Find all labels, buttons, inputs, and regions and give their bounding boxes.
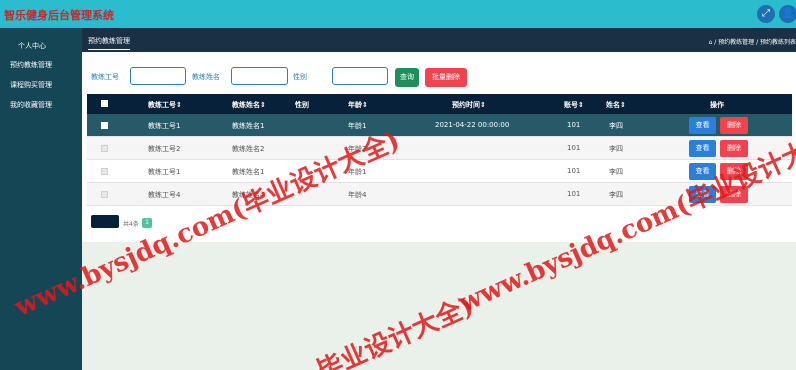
cell-name: 李四 (609, 191, 623, 199)
sidebar-item-coach-booking[interactable]: 预约教练管理 (0, 60, 82, 70)
cell-age: 年龄1 (348, 168, 367, 176)
header-gender: 性别 (295, 101, 309, 109)
cell-coach-id: 教练工号4 (148, 191, 181, 199)
cell-account: 101 (567, 190, 581, 198)
breadcrumb-bar: 预约教练管理 ⌂ / 预约教练管理 / 预约教练列表 (82, 28, 796, 52)
table-row[interactable]: 教练工号1 教练姓名1 年龄1 2021-04-22 00:00:00 101 … (87, 114, 792, 137)
cell-name: 李四 (609, 168, 623, 176)
header-booking-time[interactable]: 预约时间⇕ (452, 100, 486, 110)
cell-coach-name: 教练姓名2 (232, 145, 265, 153)
home-icon[interactable]: ⌂ (709, 39, 713, 46)
header-name[interactable]: 姓名⇕ (606, 100, 626, 110)
pagination-total: 共4条 (123, 221, 139, 228)
header-age[interactable]: 年龄⇕ (348, 100, 368, 110)
header-actions: 操作 (710, 101, 724, 109)
coach-name-input[interactable] (231, 67, 288, 85)
row-checkbox[interactable] (101, 191, 108, 198)
cell-coach-id: 教练工号1 (148, 168, 181, 176)
select-all-checkbox[interactable] (101, 100, 108, 107)
cell-age: 年龄1 (348, 122, 367, 130)
cell-account: 101 (567, 121, 581, 129)
cell-coach-name: 教练姓名4 (232, 191, 265, 199)
cell-age: 年龄2 (348, 145, 367, 153)
coach-name-label: 教练姓名 (192, 73, 220, 81)
sidebar-item-favorites[interactable]: 我的收藏管理 (0, 100, 82, 110)
batch-delete-button[interactable]: 批量删除 (425, 68, 467, 87)
row-checkbox[interactable] (101, 168, 108, 175)
delete-button[interactable]: 删除 (720, 140, 748, 157)
table-row[interactable]: 教练工号2 教练姓名2 年龄2 101 李四 查看 删除 (87, 137, 792, 160)
delete-button[interactable]: 删除 (720, 163, 748, 180)
header-coach-name[interactable]: 教练姓名⇕ (232, 100, 266, 110)
view-button[interactable]: 查看 (689, 117, 716, 134)
sidebar: 个人中心 预约教练管理 课程购买管理 我的收藏管理 (0, 28, 82, 370)
app-title: 智乐健身后台管理系统 (4, 9, 114, 22)
gender-input[interactable] (332, 67, 388, 85)
cell-coach-name: 教练姓名1 (232, 122, 265, 130)
table-header: 教练工号⇕ 教练姓名⇕ 性别 年龄⇕ 预约时间⇕ 账号⇕ 姓名⇕ 操作 (87, 94, 792, 114)
top-bar: 智乐健身后台管理系统 ⤢ 👤 (0, 0, 796, 28)
cell-account: 101 (567, 167, 581, 175)
view-button[interactable]: 查看 (689, 186, 716, 203)
sidebar-item-course-purchase[interactable]: 课程购买管理 (0, 80, 82, 90)
cell-coach-name: 教练姓名1 (232, 168, 265, 176)
header-account[interactable]: 账号⇕ (564, 100, 584, 110)
user-icon[interactable]: 👤 (779, 5, 796, 23)
table-row[interactable]: 教练工号4 教练姓名4 年龄4 101 李四 查看 删除 (87, 183, 792, 206)
cell-coach-id: 教练工号2 (148, 145, 181, 153)
delete-button[interactable]: 删除 (720, 186, 748, 203)
row-checkbox[interactable] (101, 122, 108, 129)
sidebar-item-profile[interactable]: 个人中心 (0, 41, 82, 51)
row-checkbox[interactable] (101, 145, 108, 152)
cell-coach-id: 教练工号1 (148, 122, 181, 130)
fullscreen-icon[interactable]: ⤢ (757, 5, 775, 23)
cell-name: 李四 (609, 122, 623, 130)
tab-coach-booking[interactable]: 预约教练管理 (88, 36, 130, 50)
cell-booking-time: 2021-04-22 00:00:00 (435, 121, 510, 129)
cell-age: 年龄4 (348, 191, 367, 199)
cell-name: 李四 (609, 145, 623, 153)
breadcrumb: ⌂ / 预约教练管理 / 预约教练列表 (709, 37, 796, 46)
coach-id-label: 教练工号 (91, 73, 119, 81)
table-row[interactable]: 教练工号1 教练姓名1 年龄1 101 李四 查看 删除 (87, 160, 792, 183)
view-button[interactable]: 查看 (689, 140, 716, 157)
delete-button[interactable]: 删除 (720, 117, 748, 134)
pagination-page-button[interactable]: 1 (142, 218, 152, 228)
gender-label: 性别 (293, 73, 307, 81)
cell-account: 101 (567, 144, 581, 152)
pagination-prev[interactable] (91, 215, 119, 228)
view-button[interactable]: 查看 (689, 163, 716, 180)
breadcrumb-path: / 预约教练管理 / 预约教练列表 (714, 39, 796, 46)
coach-id-input[interactable] (130, 67, 186, 85)
query-button[interactable]: 查询 (395, 68, 419, 87)
watermark-text: 毕业设计大全) (312, 291, 479, 370)
header-coach-id[interactable]: 教练工号⇕ (148, 100, 182, 110)
